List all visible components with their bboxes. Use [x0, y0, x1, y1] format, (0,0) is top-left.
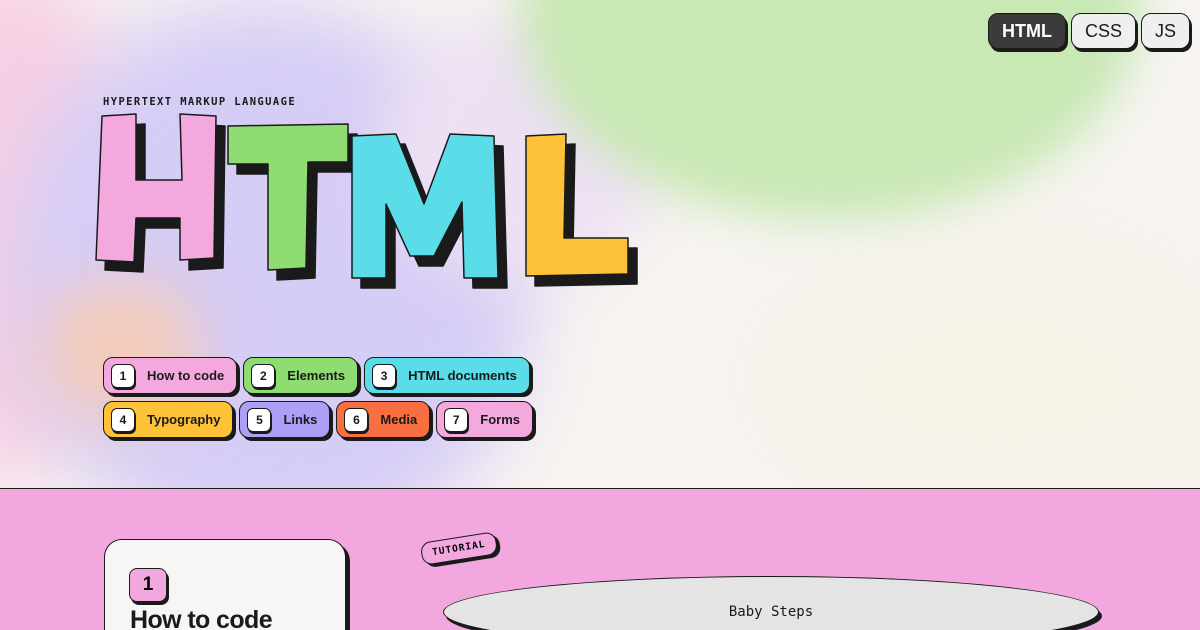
module-label: Forms	[480, 412, 520, 427]
module-number: 4	[111, 407, 135, 432]
language-switcher: HTML CSS JS	[987, 13, 1190, 49]
module-chip-links[interactable]: 5 Links	[239, 401, 331, 438]
logo-letter-l	[525, 133, 629, 277]
hero: HTML CSS JS HYPERTEXT MARKUP LANGUAGE 1 …	[0, 0, 1200, 488]
lesson-title: Baby Steps	[728, 604, 814, 620]
module-chip-typography[interactable]: 4 Typography	[103, 401, 234, 438]
js-tab-button[interactable]: JS	[1140, 13, 1190, 49]
module-number: 3	[372, 363, 397, 388]
html-logo-wordmark	[95, 113, 638, 289]
module-label: Typography	[147, 412, 221, 427]
module-list: 1 How to code 2 Elements 3 HTML document…	[103, 357, 663, 438]
module-label: Links	[283, 412, 318, 427]
module-number: 5	[247, 407, 272, 432]
module-chip-forms[interactable]: 7 Forms	[436, 401, 533, 438]
logo-letter-h	[95, 113, 217, 263]
module-chip-html-documents[interactable]: 3 HTML documents	[364, 357, 530, 394]
logo-letter-m	[351, 133, 499, 279]
module-chip-media[interactable]: 6 Media	[336, 401, 431, 438]
module-number: 1	[111, 363, 135, 388]
html-tab-button[interactable]: HTML	[987, 13, 1066, 49]
module-label: Elements	[287, 368, 346, 383]
background-blob	[760, 230, 1200, 488]
module-chip-how-to-code[interactable]: 1 How to code	[103, 357, 238, 394]
logo-letter-t	[227, 123, 349, 271]
module-number: 6	[344, 407, 369, 432]
module-label: Media	[380, 412, 418, 427]
module-card-title: How to code	[130, 606, 273, 630]
module-card[interactable]: 1 How to code	[104, 539, 346, 630]
module-label: How to code	[147, 368, 225, 383]
module-number: 7	[444, 407, 469, 432]
module-card-number: 1	[129, 568, 167, 602]
module-chip-elements[interactable]: 2 Elements	[243, 357, 359, 394]
module-label: HTML documents	[408, 368, 517, 383]
css-tab-button[interactable]: CSS	[1070, 13, 1136, 49]
module-number: 2	[251, 363, 276, 388]
html-logo	[90, 106, 650, 306]
